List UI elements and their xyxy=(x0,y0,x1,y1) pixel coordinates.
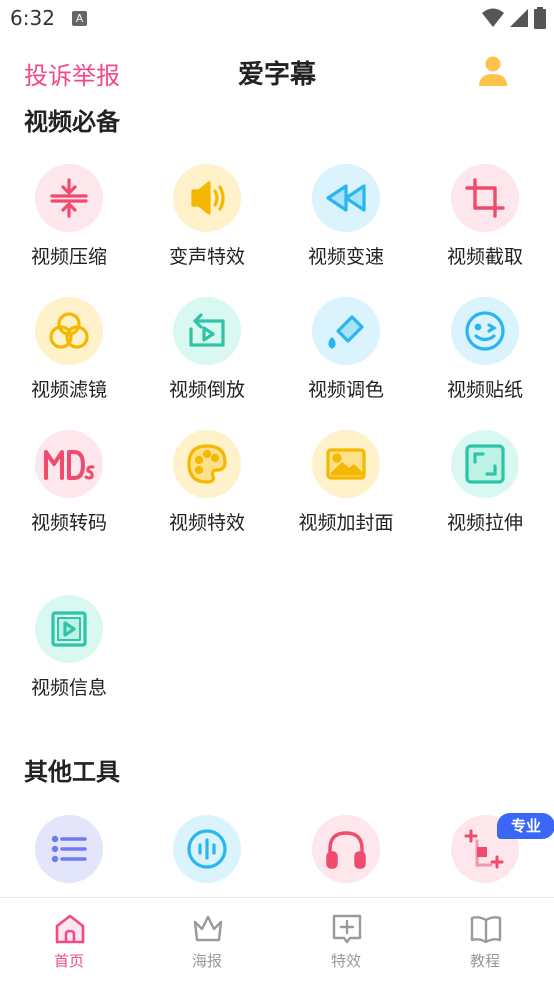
tool-label: 视频加封面 xyxy=(298,512,394,534)
smiley-icon xyxy=(451,297,519,365)
stretch-icon xyxy=(451,430,519,498)
mds-icon xyxy=(35,430,103,498)
tool-label: 视频压缩 xyxy=(30,246,107,268)
crown-icon xyxy=(193,915,223,942)
tool-video-compress[interactable]: 视频压缩 xyxy=(0,164,138,288)
tool-label: 视频倒放 xyxy=(168,379,245,401)
tool-video-sticker[interactable]: 视频贴纸 xyxy=(416,297,554,421)
tab-poster[interactable]: 海报 xyxy=(138,898,276,984)
tool-label: 视频贴纸 xyxy=(446,379,523,401)
status-bar: 6:32 A xyxy=(0,0,554,36)
tool-video-speed[interactable]: 视频变速 xyxy=(277,164,415,288)
user-icon[interactable] xyxy=(476,54,510,88)
tool-video-filter[interactable]: 视频滤镜 xyxy=(0,297,138,421)
section-title-essentials: 视频必备 xyxy=(24,108,120,136)
reverse-play-icon xyxy=(173,297,241,365)
rewind-icon xyxy=(312,164,380,232)
signal-icon xyxy=(510,9,528,27)
tool-video-color[interactable]: 视频调色 xyxy=(277,297,415,421)
crop-icon xyxy=(451,164,519,232)
status-indicators xyxy=(482,7,546,29)
tool-video-reverse[interactable]: 视频倒放 xyxy=(138,297,276,421)
pro-badge: 专业 xyxy=(497,813,554,839)
battery-icon xyxy=(534,7,546,29)
voice-icon xyxy=(173,815,241,883)
list-icon xyxy=(35,815,103,883)
tool-video-effects[interactable]: 视频特效 xyxy=(138,430,276,554)
video-info-icon xyxy=(35,595,103,663)
filter-icon xyxy=(35,297,103,365)
status-time: 6:32 xyxy=(10,6,55,30)
tool-label: 视频拉伸 xyxy=(446,512,523,534)
section-title-other-tools: 其他工具 xyxy=(24,758,120,786)
headphones-icon xyxy=(312,815,380,883)
tool-video-transcode[interactable]: 视频转码 xyxy=(0,430,138,554)
tab-label: 首页 xyxy=(53,952,84,970)
tool-label: 变声特效 xyxy=(168,246,245,268)
tool-label: 视频转码 xyxy=(30,512,107,534)
tool-label: 视频特效 xyxy=(168,512,245,534)
tool-label: 视频调色 xyxy=(307,379,384,401)
app-header: 投诉举报 爱字幕 xyxy=(0,52,554,92)
tool-label: 视频变速 xyxy=(307,246,384,268)
tool-video-info[interactable]: 视频信息 xyxy=(0,595,138,719)
tab-label: 特效 xyxy=(330,952,361,970)
bottom-tab-bar: 首页 海报 特效 教程 xyxy=(0,897,554,984)
plus-box-icon xyxy=(332,914,362,944)
home-icon xyxy=(55,914,85,944)
tab-label: 教程 xyxy=(469,952,500,970)
tool-video-crop[interactable]: 视频截取 xyxy=(416,164,554,288)
speaker-icon xyxy=(173,164,241,232)
paint-bucket-icon xyxy=(312,297,380,365)
tab-label: 海报 xyxy=(191,952,222,970)
palette-icon xyxy=(173,430,241,498)
page-title: 爱字幕 xyxy=(237,60,316,90)
tool-label: 视频信息 xyxy=(30,677,107,699)
image-icon xyxy=(312,430,380,498)
tool-voice-change[interactable]: 变声特效 xyxy=(138,164,276,288)
tool-video-cover[interactable]: 视频加封面 xyxy=(277,430,415,554)
compress-icon xyxy=(35,164,103,232)
wifi-icon xyxy=(482,8,504,27)
tool-video-stretch[interactable]: 视频拉伸 xyxy=(416,430,554,554)
tab-home[interactable]: 首页 xyxy=(0,898,138,984)
tab-tutorial[interactable]: 教程 xyxy=(416,898,554,984)
notification-icon: A xyxy=(72,11,87,26)
tool-label: 视频滤镜 xyxy=(30,379,107,401)
tab-effects[interactable]: 特效 xyxy=(277,898,415,984)
tool-label: 视频截取 xyxy=(446,246,523,268)
book-icon xyxy=(470,916,502,944)
